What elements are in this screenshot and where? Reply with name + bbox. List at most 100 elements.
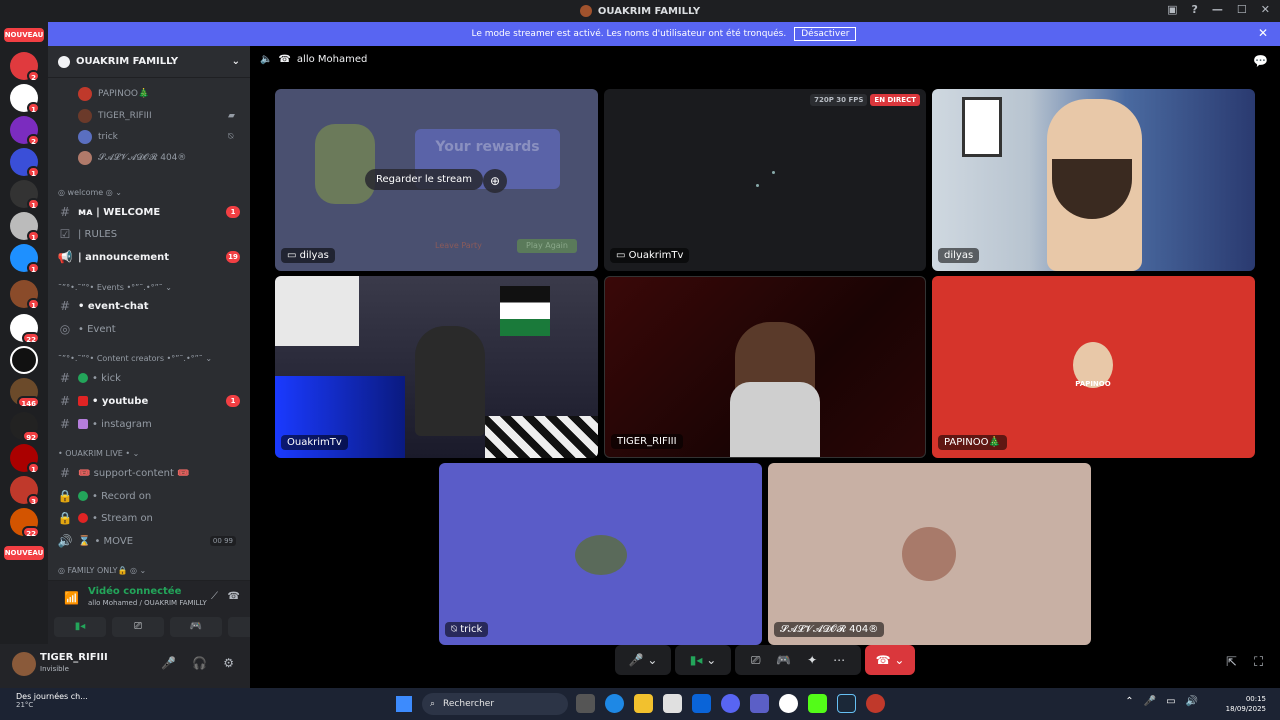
store-icon[interactable] — [663, 694, 682, 713]
more-icon[interactable]: ⋯ — [833, 653, 845, 667]
video-tile-dilyas-stream[interactable]: Your rewards Leave Party Play Again Rega… — [275, 89, 598, 271]
screen-share-icon[interactable]: ⎚ — [751, 653, 761, 668]
channel-move[interactable]: 🔊 ⌛ • MOVE 00 99 — [48, 531, 250, 551]
username[interactable]: TIGER_RIFIII — [40, 652, 108, 663]
server-icon[interactable]: 3 — [10, 476, 40, 506]
task-view-icon[interactable] — [576, 694, 595, 713]
channel-support-content[interactable]: # 🎟️ support-content 🎟️ — [48, 463, 250, 483]
server-icon[interactable]: 2 — [10, 116, 40, 146]
chevron-down-icon[interactable]: ⌄ — [706, 653, 716, 667]
channel-welcome[interactable]: # ᴍᴀ | WELCOME 1 — [48, 202, 250, 222]
server-icon[interactable] — [10, 346, 38, 374]
category-family-only[interactable]: ◎ FAMILY ONLY🔒 ◎ ⌄ — [58, 566, 146, 575]
microphone-icon[interactable]: 🎤 — [161, 656, 176, 670]
voice-member[interactable]: TIGER_RIFIII ▰ — [78, 106, 235, 126]
discord-icon[interactable] — [721, 694, 740, 713]
video-tile-papinoo[interactable]: PAPINOO PAPINOO🎄 — [932, 276, 1255, 458]
channel-rules[interactable]: ☑ | RULES — [48, 224, 250, 244]
soundboard-icon[interactable]: ✦ — [807, 653, 817, 667]
headphones-icon[interactable]: 🎧 — [192, 656, 207, 670]
gear-icon[interactable]: ⚙ — [223, 656, 234, 670]
camera-toggle-button[interactable]: ▮◂ — [54, 617, 106, 637]
watch-stream-button[interactable]: Regarder le stream — [365, 169, 484, 190]
avatar — [78, 109, 92, 123]
server-icon[interactable]: 1 — [10, 444, 40, 474]
server-header[interactable]: OUAKRIM FAMILLY ⌄ — [48, 46, 250, 78]
outlook-icon[interactable] — [692, 694, 711, 713]
activity-button[interactable]: 🎮 — [170, 617, 222, 637]
chevron-up-icon[interactable]: ⌃ — [1125, 696, 1133, 707]
voice-member[interactable]: PAPINOO🎄 — [78, 84, 149, 104]
windows-start-icon[interactable] — [396, 696, 412, 712]
steam-icon[interactable] — [837, 694, 856, 713]
hash-icon: # — [59, 466, 71, 480]
server-icon[interactable]: 1 — [10, 148, 40, 178]
kick-icon[interactable] — [808, 694, 827, 713]
edge-icon[interactable] — [605, 694, 624, 713]
chat-icon[interactable]: 💬 — [1253, 54, 1268, 68]
signal-icon[interactable]: 📶 — [64, 591, 79, 605]
server-icon[interactable]: 1 — [10, 244, 40, 274]
video-tile-tiger-rifiii[interactable]: TIGER_RIFIII — [604, 276, 926, 458]
chevron-down-icon: ⌄ — [231, 56, 240, 67]
video-tile-trick[interactable]: ⍉ trick — [439, 463, 762, 645]
category-content-creators[interactable]: ˜”°•.˜”°• Content creators •°”˜.•°”˜ ⌄ — [58, 354, 212, 363]
voice-member[interactable]: trick ⍉ — [78, 127, 233, 147]
channel-youtube[interactable]: # • youtube 1 — [48, 391, 250, 411]
server-icon[interactable]: 1 — [10, 212, 40, 242]
microphone-icon[interactable]: 🎤 — [1144, 696, 1156, 707]
server-icon[interactable]: 22 — [10, 508, 40, 538]
server-icon[interactable]: 1 — [10, 280, 40, 310]
maximize-icon[interactable]: ☐ — [1237, 3, 1247, 16]
server-icon[interactable]: 22 — [10, 314, 40, 344]
clock[interactable]: 00:15 18/09/2025 — [1226, 694, 1266, 714]
server-icon[interactable]: 92 — [10, 412, 40, 442]
server-icon[interactable]: 2 — [10, 52, 40, 82]
network-icon[interactable]: ▭ — [1166, 696, 1175, 707]
channel-event[interactable]: ◎ • Event — [48, 319, 250, 339]
chevron-down-icon[interactable]: ⌄ — [647, 653, 657, 667]
channel-announcement[interactable]: 📢 | announcement 19 — [48, 247, 250, 267]
volume-icon[interactable]: 🔊 — [1186, 696, 1198, 707]
server-icon[interactable]: 146 — [10, 378, 40, 408]
close-icon[interactable]: ✕ — [1261, 3, 1270, 16]
camera-button[interactable]: ▮◂ ⌄ — [675, 645, 731, 675]
category-events[interactable]: ˜”°•.˜”°• Events •°”˜.•°”˜ ⌄ — [58, 283, 172, 292]
video-tile-dilyas-camera[interactable]: dilyas — [932, 89, 1255, 271]
help-icon[interactable]: ? — [1192, 3, 1198, 16]
noise-suppression-icon[interactable]: ⟋ ☎ — [211, 591, 240, 602]
category-welcome[interactable]: ◎ welcome ◎ ⌄ — [58, 188, 122, 197]
video-tile-ouakrimtv-camera[interactable]: OuakrimTv — [275, 276, 598, 458]
server-icon[interactable]: 1 — [10, 180, 40, 210]
voice-connected-label[interactable]: Vidéo connectée — [88, 586, 181, 597]
screen-share-button[interactable]: ⎚ — [112, 617, 164, 637]
banner-close-icon[interactable]: ✕ — [1258, 26, 1268, 40]
mic-button[interactable]: 🎤 ⌄ — [615, 645, 671, 675]
video-tile-ouakrimtv-stream[interactable]: 720P 30 FPS EN DIRECT ▭ OuakrimTv — [604, 89, 926, 271]
fullscreen-icon[interactable]: ⛶ — [1254, 655, 1263, 670]
voice-member[interactable]: 𝓢𝓐𝓛𝓥𝓐𝓓𝓞𝓡 404® — [78, 148, 186, 168]
weather-widget[interactable]: Des journées ch... 21°C — [16, 692, 88, 709]
channel-record-on[interactable]: 🔒 • Record on — [48, 486, 250, 506]
avatar[interactable] — [12, 652, 36, 676]
video-tile-salvador[interactable]: 𝓢𝓐𝓛𝓥𝓐𝓓𝓞𝓡 404® — [768, 463, 1091, 645]
file-explorer-icon[interactable] — [634, 694, 653, 713]
disconnect-button[interactable]: ☎ ⌄ — [865, 645, 915, 675]
channel-kick[interactable]: # • kick — [48, 368, 250, 388]
add-stream-icon[interactable]: ⊕ — [483, 169, 507, 193]
taskbar-search[interactable]: ⌕ Rechercher — [422, 693, 568, 715]
channel-event-chat[interactable]: # • event-chat — [48, 296, 250, 316]
popout-icon[interactable]: ⇱ — [1226, 655, 1237, 670]
teams-icon[interactable] — [750, 694, 769, 713]
channel-instagram[interactable]: # • instagram — [48, 414, 250, 434]
server-icon[interactable]: 1 — [10, 84, 40, 114]
category-ouakrim-live[interactable]: • OUAKRIM LIVE • ⌄ — [58, 449, 139, 458]
obs-icon[interactable] — [779, 694, 798, 713]
minimize-icon[interactable]: — — [1212, 3, 1223, 16]
user-panel: TIGER_RIFIII Invisible 🎤 🎧 ⚙ — [0, 644, 250, 688]
inbox-icon[interactable]: ▣ — [1167, 3, 1177, 16]
activity-icon[interactable]: 🎮 — [776, 653, 791, 667]
channel-stream-on[interactable]: 🔒 • Stream on — [48, 508, 250, 528]
app-icon[interactable] — [866, 694, 885, 713]
disable-streamer-button[interactable]: Désactiver — [794, 27, 857, 41]
